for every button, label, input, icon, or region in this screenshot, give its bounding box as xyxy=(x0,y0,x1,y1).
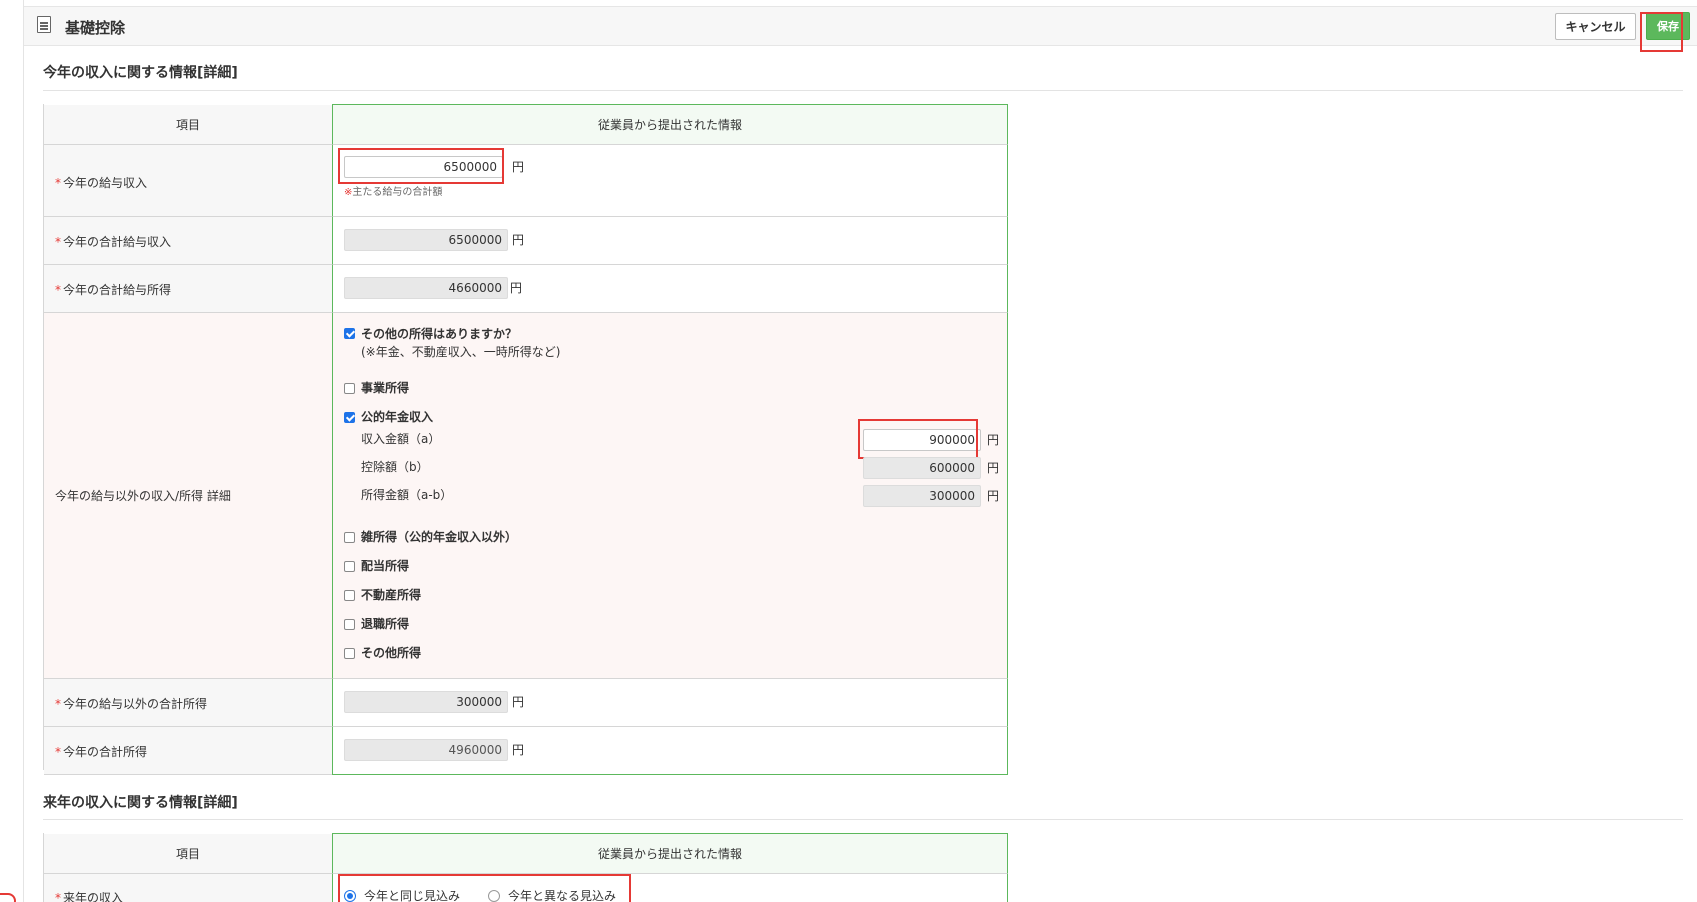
pension-earnings-label: 所得金額（a-b） xyxy=(361,488,453,502)
document-icon xyxy=(37,16,51,33)
row-value-salary-income: 円 ※主たる給与の合計額 xyxy=(332,145,1008,217)
row-label-salary-income: * 今年の給与収入 xyxy=(44,145,332,217)
left-edge-marker xyxy=(0,893,16,902)
yen-unit: 円 xyxy=(987,461,1000,475)
row-value-total-salary-earnings: 円 xyxy=(332,265,1008,313)
next-year-label: 来年の収入 xyxy=(63,891,124,902)
pension-income-amount-label: 収入金額（a） xyxy=(361,432,441,446)
pension-income-label: 公的年金収入 xyxy=(361,410,434,424)
row-label-next-year: * 来年の収入 xyxy=(44,874,332,902)
other-misc-income-label: その他所得 xyxy=(361,646,422,660)
section-divider xyxy=(43,90,1683,91)
section-title-this-year: 今年の収入に関する情報[詳細] xyxy=(43,65,238,81)
other-misc-income-checkbox[interactable] xyxy=(344,648,355,659)
col-header-item: 項目 xyxy=(44,834,332,874)
dividend-income-checkbox[interactable] xyxy=(344,561,355,572)
total-earnings-label: 今年の合計所得 xyxy=(63,745,148,759)
other-income-label: 今年の給与以外の収入/所得 詳細 xyxy=(55,489,231,503)
pension-earnings-field xyxy=(863,485,981,507)
col-header-info: 従業員から提出された情報 xyxy=(332,104,1008,145)
salary-income-highlight-box xyxy=(338,148,504,184)
section-title-next-year: 来年の収入に関する情報[詳細] xyxy=(43,795,238,811)
row-value-other-total: 円 xyxy=(332,679,1008,727)
row-value-next-year: 今年と同じ見込み 今年と異なる見込み xyxy=(332,874,1008,902)
next-year-highlight-box xyxy=(338,874,631,902)
yen-unit: 円 xyxy=(512,695,525,709)
total-salary-income-label: 今年の合計給与収入 xyxy=(63,235,172,249)
business-income-checkbox[interactable] xyxy=(344,383,355,394)
retirement-income-label: 退職所得 xyxy=(361,617,410,631)
row-value-other-income: その他の所得はありますか？ (※年金、不動産収入、一時所得など) 事業所得 公的… xyxy=(332,313,1008,679)
page-title: 基礎控除 xyxy=(65,19,126,37)
row-value-total-earnings: 円 xyxy=(332,727,1008,775)
total-salary-income-field xyxy=(344,229,508,251)
has-other-income-question: その他の所得はありますか？ xyxy=(361,327,518,341)
pension-income-highlight-box xyxy=(858,419,978,459)
col-header-info: 従業員から提出された情報 xyxy=(332,833,1008,874)
total-salary-earnings-label: 今年の合計給与所得 xyxy=(63,283,172,297)
yen-unit: 円 xyxy=(987,433,1000,447)
section-divider xyxy=(43,819,1683,820)
has-other-income-checkbox[interactable] xyxy=(344,328,355,339)
yen-unit: 円 xyxy=(510,281,523,295)
page-header: 基礎控除 キャンセル 保存 xyxy=(24,6,1697,52)
other-total-label: 今年の給与以外の合計所得 xyxy=(63,697,208,711)
row-label-other-income: 今年の給与以外の収入/所得 詳細 xyxy=(44,313,332,679)
left-divider xyxy=(23,0,24,902)
yen-unit: 円 xyxy=(512,743,525,757)
row-label-total-salary-earnings: * 今年の合計給与所得 xyxy=(44,265,332,313)
total-earnings-field xyxy=(344,739,508,761)
has-other-income-note: (※年金、不動産収入、一時所得など) xyxy=(361,345,561,359)
yen-unit: 円 xyxy=(987,489,1000,503)
misc-income-checkbox[interactable] xyxy=(344,532,355,543)
row-value-total-salary-income: 円 xyxy=(332,217,1008,265)
dividend-income-label: 配当所得 xyxy=(361,559,410,573)
salary-income-label: 今年の給与収入 xyxy=(63,176,148,190)
total-salary-earnings-field xyxy=(344,277,508,299)
pension-deduction-field xyxy=(863,457,981,479)
other-total-field xyxy=(344,691,508,713)
save-highlight-box xyxy=(1640,12,1683,52)
row-label-total-salary-income: * 今年の合計給与収入 xyxy=(44,217,332,265)
required-mark: * xyxy=(55,176,61,190)
row-label-total-earnings: * 今年の合計所得 xyxy=(44,727,332,775)
pension-income-checkbox[interactable] xyxy=(344,412,355,423)
next-year-income-table: 項目 従業員から提出された情報 * 来年の収入 今年と同じ見込み 今年と異なる見込… xyxy=(43,833,1008,902)
yen-unit: 円 xyxy=(512,233,525,247)
pension-deduction-label: 控除額（b） xyxy=(361,460,429,474)
salary-income-note: ※主たる給与の合計額 xyxy=(344,187,443,198)
col-header-item: 項目 xyxy=(44,105,332,145)
misc-income-label: 雑所得（公的年金収入以外） xyxy=(361,530,518,544)
retirement-income-checkbox[interactable] xyxy=(344,619,355,630)
cancel-button[interactable]: キャンセル xyxy=(1555,13,1636,40)
real-estate-income-checkbox[interactable] xyxy=(344,590,355,601)
this-year-income-table: 項目 従業員から提出された情報 *今年の給与収入 円 ※主たる給与の合計額 *今… xyxy=(43,104,1008,775)
real-estate-income-label: 不動産所得 xyxy=(361,588,422,602)
row-label-other-total: * 今年の給与以外の合計所得 xyxy=(44,679,332,727)
business-income-label: 事業所得 xyxy=(361,381,410,395)
yen-unit: 円 xyxy=(512,160,525,174)
